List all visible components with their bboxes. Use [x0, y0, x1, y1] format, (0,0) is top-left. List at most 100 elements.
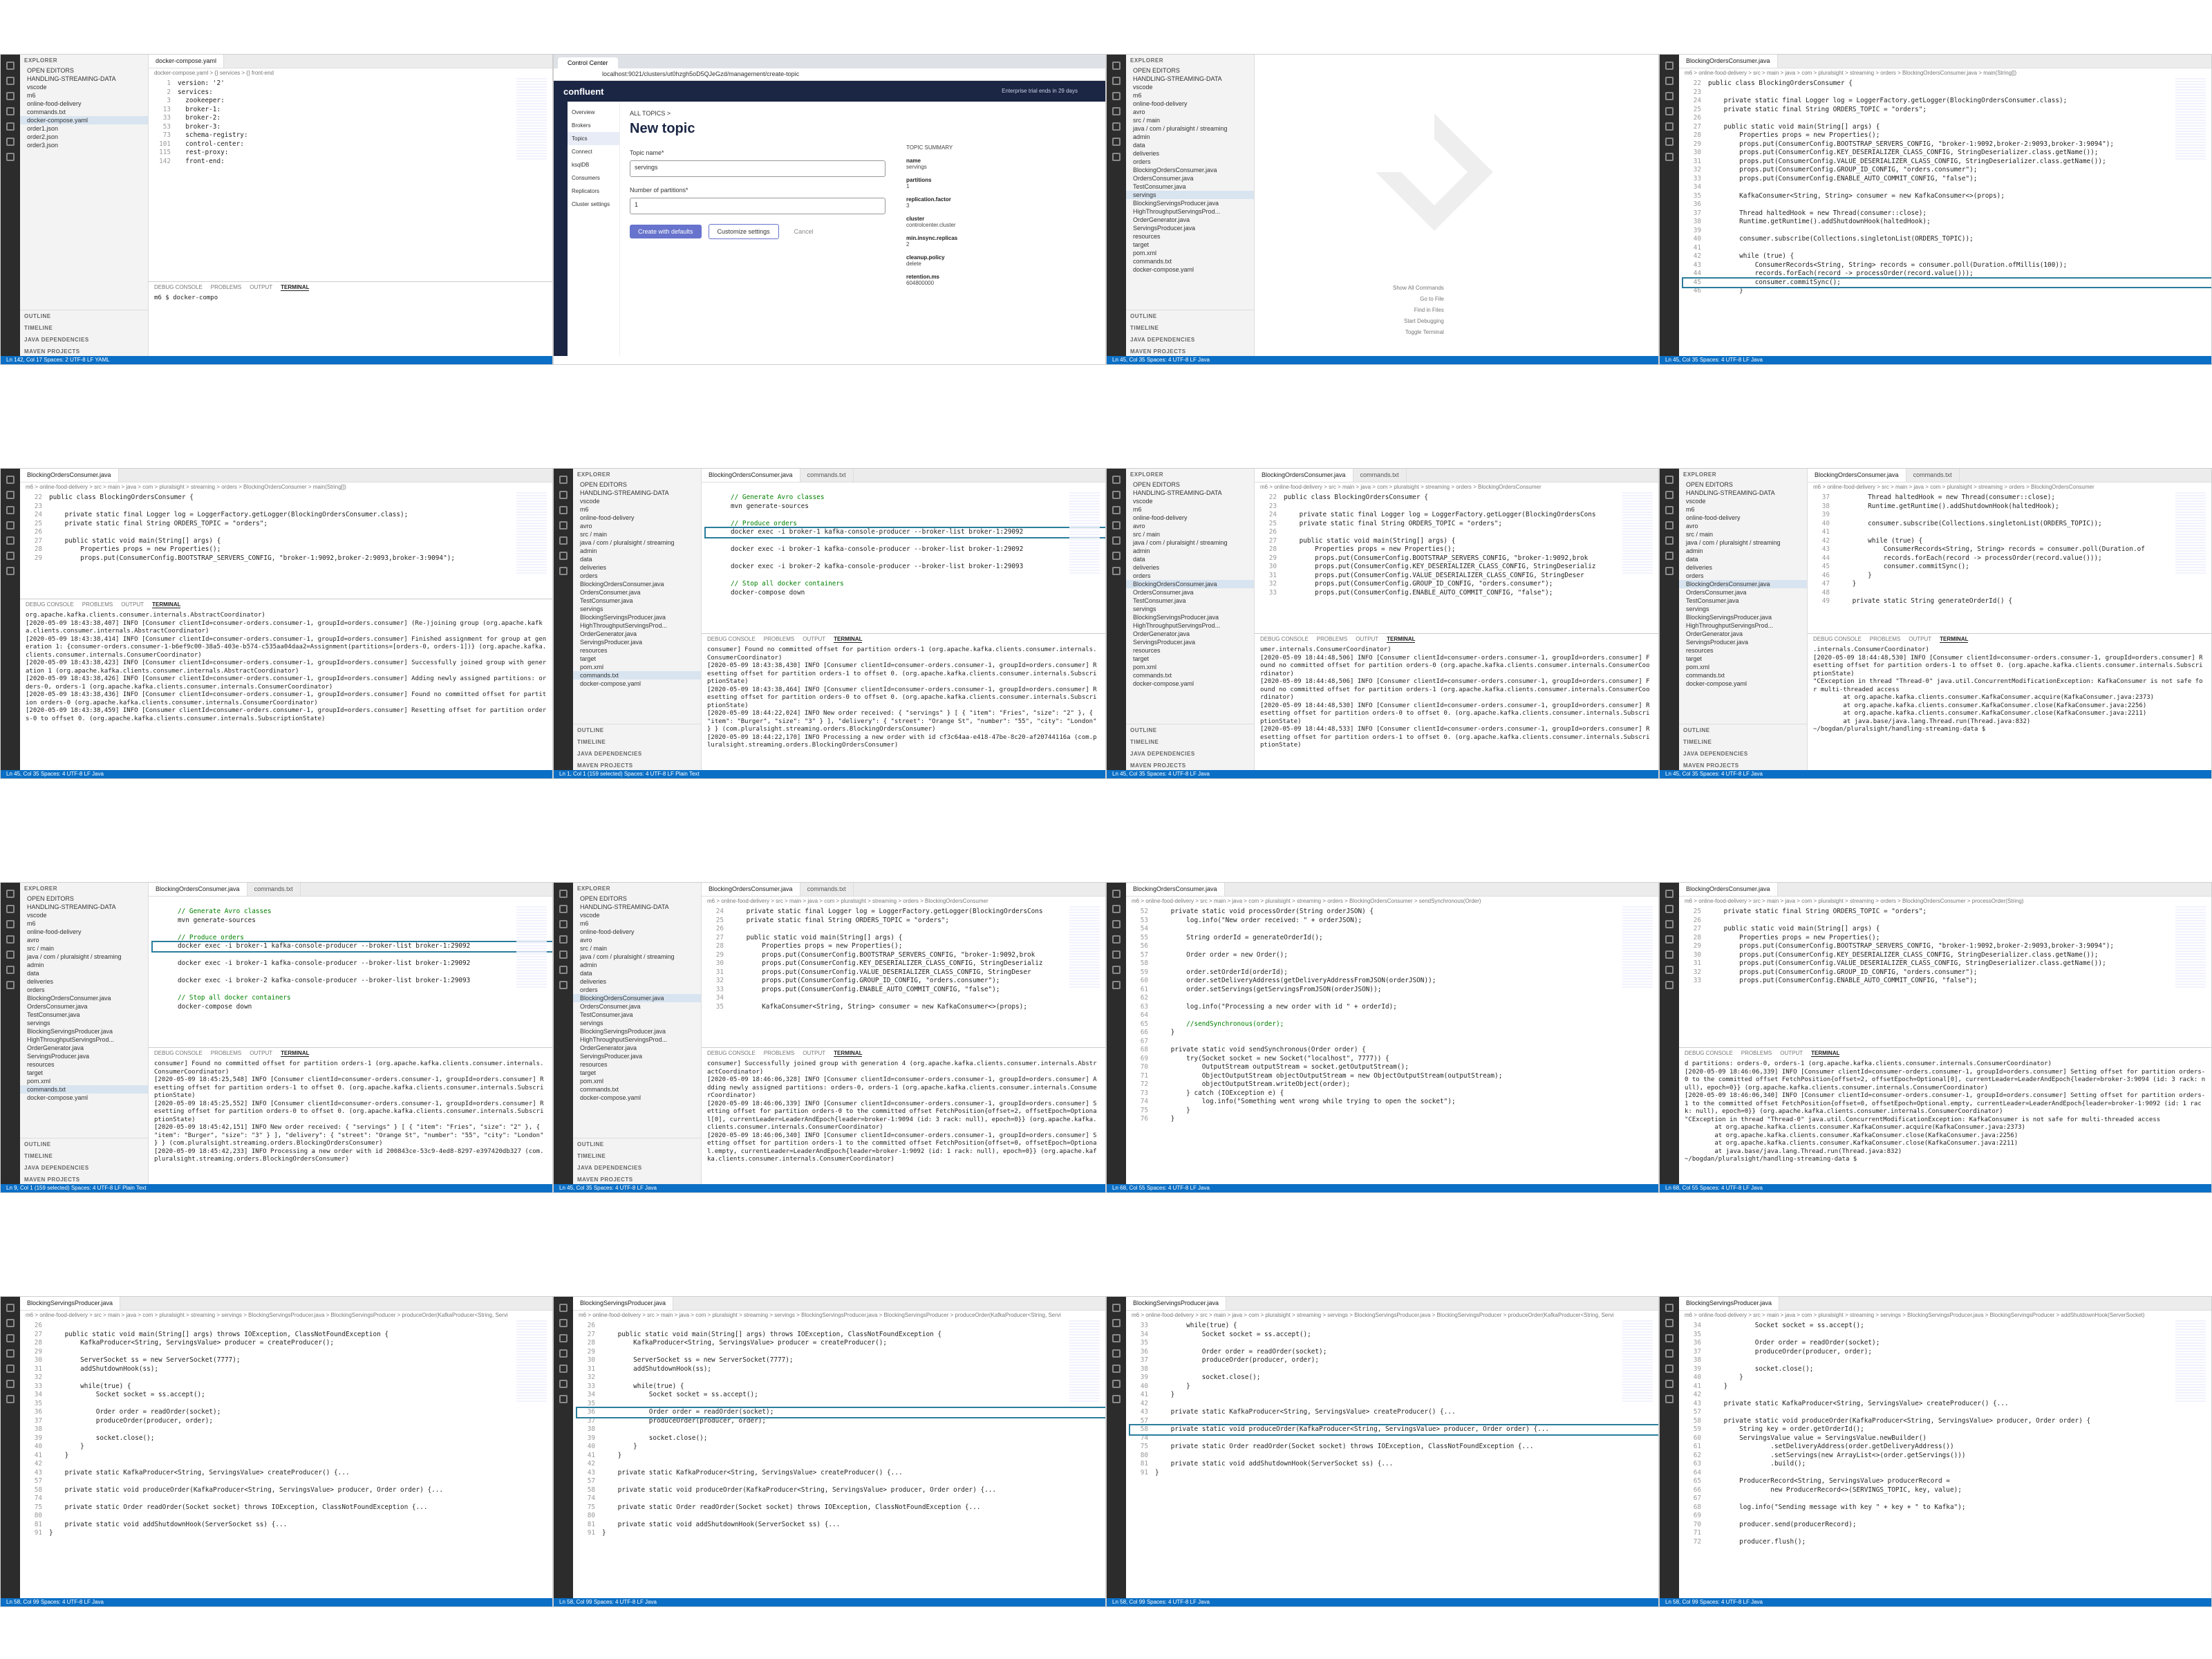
minimap[interactable] [2175, 492, 2206, 575]
debug-icon[interactable] [1665, 107, 1674, 115]
panel-tab[interactable]: PROBLEMS [764, 636, 794, 643]
panel-tab[interactable]: DEBUG CONSOLE [1260, 636, 1309, 643]
sidebar-section[interactable]: JAVA DEPENDENCIES [20, 334, 148, 346]
files-icon[interactable] [1665, 890, 1674, 898]
explorer-item[interactable]: ServingsProducer.java [20, 1052, 148, 1060]
panel-tab[interactable]: TERMINAL [1940, 636, 1969, 643]
search-icon[interactable] [6, 1319, 15, 1327]
editor-tab[interactable]: BlockingOrdersConsumer.java [149, 883, 247, 896]
gear-icon[interactable] [559, 981, 568, 989]
editor-tab[interactable]: docker-compose.yaml [149, 55, 225, 68]
explorer-item[interactable]: servings [1679, 605, 1807, 613]
explorer-item[interactable]: target [1126, 241, 1254, 249]
debug-icon[interactable] [1112, 107, 1121, 115]
panel-tab[interactable]: TERMINAL [152, 601, 181, 608]
search-icon[interactable] [6, 905, 15, 913]
explorer-item[interactable]: src / main [1126, 530, 1254, 538]
explorer-item[interactable]: HighThroughputServingsProd... [20, 1035, 148, 1044]
terminal-output[interactable]: .internals.ConsumerCoordinator) [2020-05… [1808, 645, 2211, 735]
debug-icon[interactable] [1112, 521, 1121, 529]
explorer-item[interactable]: deliveries [1679, 563, 1807, 572]
explorer-item[interactable]: OPEN EDITORS [20, 66, 148, 75]
explorer-item[interactable]: vscode [573, 911, 701, 919]
extensions-icon[interactable] [1665, 950, 1674, 959]
editor-tab[interactable]: BlockingOrdersConsumer.java [20, 469, 119, 482]
extensions-icon[interactable] [1665, 122, 1674, 131]
sidebar-section[interactable]: JAVA DEPENDENCIES [573, 748, 701, 760]
explorer-item[interactable]: vscode [20, 83, 148, 91]
explorer-item[interactable]: ServingsProducer.java [1126, 638, 1254, 646]
explorer-item[interactable]: commands.txt [1126, 257, 1254, 265]
explorer-item[interactable]: HighThroughputServingsProd... [573, 1035, 701, 1044]
explorer-item[interactable]: OrdersConsumer.java [20, 1002, 148, 1011]
extensions-icon[interactable] [1112, 536, 1121, 545]
explorer-item[interactable]: BlockingServingsProducer.java [573, 1027, 701, 1035]
sidebar-section[interactable]: TIMELINE [1679, 736, 1807, 748]
explorer-item[interactable]: OPEN EDITORS [1126, 480, 1254, 489]
panel-tab[interactable]: TERMINAL [281, 1050, 310, 1057]
docker-icon[interactable] [6, 1380, 15, 1388]
sidebar-section[interactable]: TIMELINE [20, 322, 148, 334]
customize-settings-button[interactable]: Customize settings [708, 224, 779, 239]
source-control-icon[interactable] [559, 1334, 568, 1342]
explorer-item[interactable]: OrderGenerator.java [1126, 630, 1254, 638]
docker-icon[interactable] [1112, 552, 1121, 560]
explorer-item[interactable]: target [1126, 655, 1254, 663]
docker-icon[interactable] [559, 1380, 568, 1388]
panel-tab[interactable]: DEBUG CONSOLE [154, 284, 203, 291]
explorer-item[interactable]: ServingsProducer.java [573, 1052, 701, 1060]
partitions-input[interactable]: 1 [630, 198, 885, 214]
sidebar-section[interactable]: OUTLINE [573, 724, 701, 736]
cancel-button[interactable]: Cancel [786, 225, 822, 238]
explorer-item[interactable]: ServingsProducer.java [573, 638, 701, 646]
gear-icon[interactable] [6, 1395, 15, 1403]
terminal-output[interactable]: consumer] Found no committed offset for … [149, 1059, 552, 1165]
docker-icon[interactable] [559, 966, 568, 974]
explorer-item[interactable]: BlockingOrdersConsumer.java [573, 994, 701, 1002]
panel-tab[interactable]: PROBLEMS [211, 284, 241, 291]
explorer-item[interactable]: orders [1679, 572, 1807, 580]
search-icon[interactable] [559, 1319, 568, 1327]
explorer-item[interactable]: target [1679, 655, 1807, 663]
explorer-item[interactable]: deliveries [20, 977, 148, 986]
editor-tab[interactable]: BlockingServingsProducer.java [1126, 1297, 1227, 1310]
explorer-item[interactable]: OrdersConsumer.java [573, 1002, 701, 1011]
files-icon[interactable] [1665, 1304, 1674, 1312]
explorer-item[interactable]: BlockingServingsProducer.java [1679, 613, 1807, 621]
explorer-item[interactable]: online-food-delivery [20, 928, 148, 936]
explorer-item[interactable]: src / main [20, 944, 148, 953]
explorer-item[interactable]: orders [1126, 158, 1254, 166]
code-editor[interactable]: 26 27 public static void main(String[] ar… [573, 1320, 1105, 1538]
minimap[interactable] [1622, 1320, 1653, 1403]
explorer-item[interactable]: HANDLING-STREAMING-DATA [20, 75, 148, 83]
source-control-icon[interactable] [1112, 92, 1121, 100]
explorer-item[interactable]: admin [573, 547, 701, 555]
minimap[interactable] [516, 906, 547, 989]
explorer-item[interactable]: pom.xml [573, 663, 701, 671]
debug-icon[interactable] [6, 521, 15, 529]
explorer-item[interactable]: admin [20, 961, 148, 969]
source-control-icon[interactable] [1665, 506, 1674, 514]
editor-tab[interactable]: commands.txt [800, 883, 854, 896]
editor-tab[interactable]: BlockingOrdersConsumer.java [702, 883, 800, 896]
files-icon[interactable] [6, 476, 15, 484]
explorer-item[interactable]: resources [1126, 646, 1254, 655]
extensions-icon[interactable] [1112, 122, 1121, 131]
explorer-item[interactable]: admin [573, 961, 701, 969]
panel-tab[interactable]: TERMINAL [1811, 1050, 1840, 1057]
explorer-item[interactable]: servings [573, 605, 701, 613]
code-editor[interactable]: 33 while(true) {34 Socket socket = ss.ac… [1126, 1320, 1658, 1477]
files-icon[interactable] [559, 1304, 568, 1312]
extensions-icon[interactable] [6, 1365, 15, 1373]
search-icon[interactable] [1665, 1319, 1674, 1327]
explorer-item[interactable]: servings [20, 1019, 148, 1027]
explorer-item[interactable]: BlockingServingsProducer.java [1126, 613, 1254, 621]
explorer-item[interactable]: vscode [1126, 83, 1254, 91]
panel-tab[interactable]: OUTPUT [250, 284, 272, 291]
sidebar-section[interactable]: OUTLINE [1679, 724, 1807, 736]
explorer-item[interactable]: m6 [1126, 91, 1254, 100]
explorer-item[interactable]: avro [573, 522, 701, 530]
search-icon[interactable] [1665, 491, 1674, 499]
explorer-item[interactable]: vscode [573, 497, 701, 505]
docker-icon[interactable] [1665, 138, 1674, 146]
